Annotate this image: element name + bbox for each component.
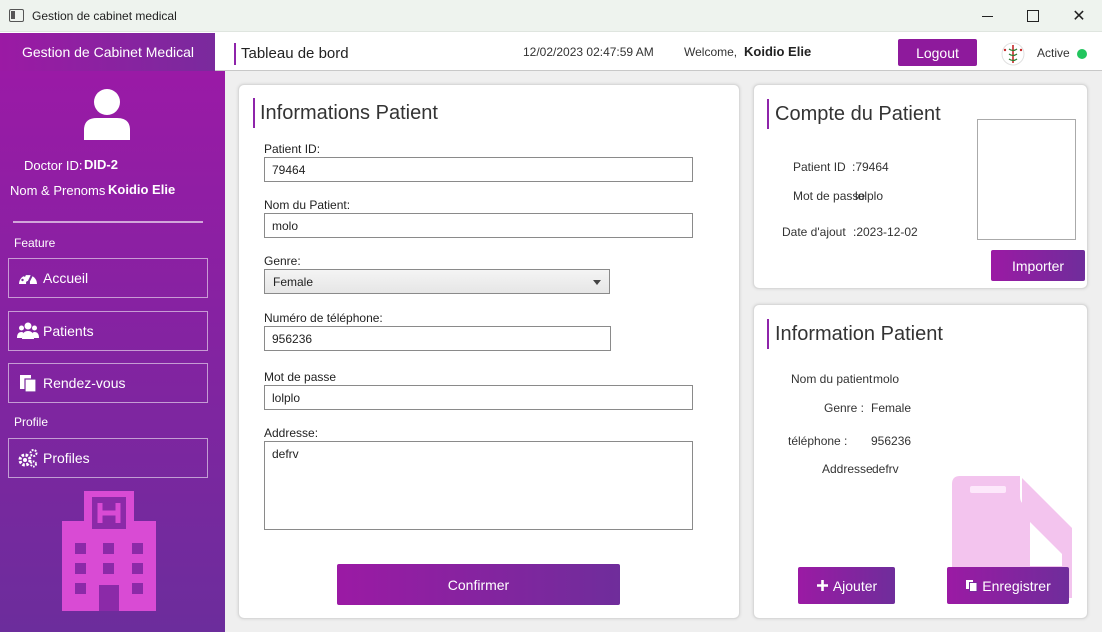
patient-id-input[interactable] [264,157,693,182]
add-button[interactable]: Ajouter [798,567,895,604]
sidebar-item-label: Patients [43,323,94,339]
copy-file-icon [966,580,978,592]
patient-photo [977,119,1076,240]
sidebar-item-patients[interactable]: Patients [8,311,208,351]
window-titlebar: Gestion de cabinet medical ✕ [0,0,1102,32]
account-password-value: lolplo [855,189,884,203]
info-phone-value: 956236 [871,434,912,448]
save-button-label: Enregistrer [982,577,1051,594]
page-title: Tableau de bord [241,45,349,62]
address-textarea[interactable] [264,441,693,530]
phone-input[interactable] [264,326,611,351]
chevron-down-icon [593,280,601,285]
add-button-label: Ajouter [832,577,878,594]
profile-section-label: Profile [14,415,49,429]
sidebar: Doctor ID: DID-2 Nom & Prenoms Koidio El… [0,71,225,632]
sidebar-item-label: Profiles [43,450,90,466]
info-title: Information Patient [775,323,943,345]
doctor-name-value: Koidio Elie [108,182,176,197]
feature-section-label: Feature [14,236,56,250]
info-gender-value: Female [871,401,912,415]
minimize-button[interactable] [964,0,1010,32]
account-patient-id-value: :79464 [852,160,889,174]
top-bar: Tableau de bord 12/02/2023 02:47:59 AM W… [215,33,1102,71]
title-accent [234,43,236,65]
caduceus-logo-icon [1001,42,1025,66]
gender-label: Genre: [264,254,301,268]
doctor-name-label: Nom & Prenoms [10,183,106,198]
maximize-button[interactable] [1010,0,1056,32]
window-title: Gestion de cabinet medical [32,9,177,23]
patient-name-label: Nom du Patient: [264,198,351,212]
plus-icon [816,580,828,591]
welcome-label: Welcome, [684,45,738,59]
logout-button[interactable]: Logout [898,39,977,66]
gender-select-value: Female [273,274,314,289]
brand-title: Gestion de Cabinet Medical [0,33,215,71]
username: Koidio Elie [744,44,812,59]
doctor-id-value: DID-2 [84,157,118,172]
save-button[interactable]: Enregistrer [947,567,1069,604]
sidebar-item-label: Accueil [43,270,89,286]
info-title-accent [767,319,769,349]
status-label: Active [1037,46,1070,60]
sidebar-item-profiles[interactable]: Profiles [8,438,208,478]
appointment-icon [20,375,37,393]
confirm-button[interactable]: Confirmer [337,564,620,605]
address-label: Addresse: [264,426,319,440]
info-name-value: molo [873,372,900,386]
account-date-value: :2023-12-02 [853,225,918,239]
patient-name-input[interactable] [264,213,693,238]
info-address-value: defrv [872,462,899,476]
datetime: 12/02/2023 02:47:59 AM [523,45,654,59]
info-phone-label: téléphone : [788,434,848,448]
hospital-icon [62,491,156,611]
import-button[interactable]: Importer [991,250,1085,281]
dashboard-icon [19,272,37,285]
sidebar-item-label: Rendez-vous [43,375,126,391]
account-patient-id-label: Patient ID [793,160,846,174]
account-title-accent [767,99,769,129]
info-address-label: Addresse [822,462,873,476]
sidebar-item-rendez-vous[interactable]: Rendez-vous [8,363,208,403]
info-name-label: Nom du patient [791,372,873,386]
close-button[interactable]: ✕ [1056,0,1102,32]
user-avatar-icon [84,89,130,140]
form-title: Informations Patient [260,102,438,124]
info-gender-label: Genre : [824,401,865,415]
account-title: Compte du Patient [775,103,941,125]
doctor-id-label: Doctor ID: [24,158,83,173]
form-title-accent [253,98,255,128]
sidebar-divider [13,221,203,223]
account-date-label: Date d'ajout [782,225,846,239]
sidebar-item-accueil[interactable]: Accueil [8,258,208,298]
gender-select[interactable]: Female [264,269,610,294]
app-icon [9,9,24,22]
patient-id-label: Patient ID: [264,142,321,156]
gears-icon [18,449,38,468]
password-input[interactable] [264,385,693,410]
phone-label: Numéro de téléphone: [264,311,383,325]
status-dot-icon [1077,49,1087,59]
users-icon [17,322,39,339]
password-label: Mot de passe [264,370,337,384]
